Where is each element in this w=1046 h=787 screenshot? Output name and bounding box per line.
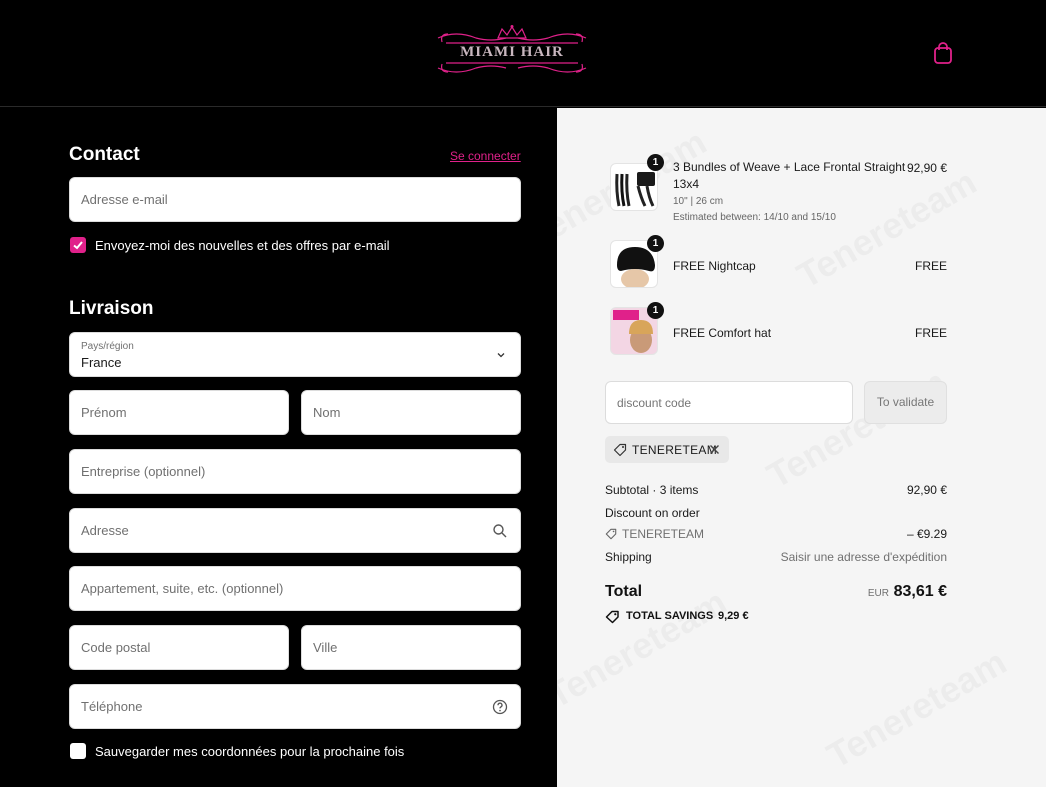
tag-icon [605,528,617,540]
address-field[interactable] [69,508,521,553]
total-savings-value: 9,29 € [718,610,749,622]
first-name-field[interactable] [69,390,289,435]
postal-code-field[interactable] [69,625,289,670]
company-input[interactable] [70,450,520,493]
currency-code: EUR [867,588,889,599]
country-select[interactable]: Pays/région France [69,332,521,377]
item-price: FREE [914,259,947,273]
item-price: FREE [914,326,947,340]
close-icon[interactable] [709,444,720,455]
city-field[interactable] [301,625,521,670]
chevron-down-icon [497,353,505,358]
help-circle-icon[interactable] [492,699,508,715]
save-info-checkbox[interactable] [70,743,86,759]
item-quantity-badge: 1 [647,235,664,252]
item-quantity-badge: 1 [647,302,664,319]
tag-icon [605,610,619,624]
email-field[interactable] [69,177,521,222]
item-name: FREE Comfort hat [673,326,772,340]
apartment-field[interactable] [69,566,521,611]
country-value: France [81,355,122,370]
total-savings-label: TOTAL SAVINGS [626,610,714,622]
site-header: MIAMI HAIR [0,0,1046,107]
watermark: Tenereteam [820,641,1014,777]
last-name-field[interactable] [301,390,521,435]
applied-discount-code: TENERETEAM [632,443,718,457]
cart-item: 1 3 Bundles of Weave + Lace Frontal Stra… [605,154,947,230]
discount-code-text: TENERETEAM [622,527,705,541]
subtotal-label: Subtotal · 3 items [605,483,699,497]
watermark: Tenereteam [557,581,734,717]
brand-logo[interactable]: MIAMI HAIR [436,24,588,78]
hair-bundle-image [615,172,655,207]
apartment-input[interactable] [70,567,520,610]
item-name: FREE Nightcap [673,259,756,273]
postal-code-input[interactable] [70,626,288,669]
total-label: Total [605,583,643,600]
save-info-label: Sauvegarder mes coordonnées pour la proc… [95,744,405,759]
cart-button[interactable] [932,41,954,65]
country-label: Pays/région [81,341,134,352]
email-input[interactable] [70,178,520,221]
shipping-value: Saisir une adresse d'expédition [780,550,947,564]
discount-code-field[interactable] [605,381,853,424]
applied-discount-chip: TENERETEAM [605,436,729,463]
company-field[interactable] [69,449,521,494]
phone-input[interactable] [70,685,520,728]
brand-logo-text: MIAMI HAIR [460,44,564,60]
cart-item: 1 FREE Nightcap FREE [605,235,947,294]
newsletter-checkbox[interactable] [70,237,86,253]
phone-field[interactable] [69,684,521,729]
order-summary: Tenereteam Tenereteam Tenereteam Teneret… [557,108,1046,787]
check-icon [73,241,83,250]
city-input[interactable] [302,626,520,669]
search-icon [493,524,507,538]
item-variant: 10" | 26 cm [673,196,724,207]
discount-label: Discount on order [605,506,700,520]
product-image [610,163,658,211]
login-link[interactable]: Se connecter [450,149,521,163]
item-eta: Estimated between: 14/10 and 15/10 [673,212,836,223]
item-name: 3 Bundles of Weave + Lace Frontal Straig… [673,160,906,174]
newsletter-label: Envoyez-moi des nouvelles et des offres … [95,238,390,253]
item-quantity-badge: 1 [647,154,664,171]
subtotal-value: 92,90 € [906,483,947,497]
contact-title: Contact [69,144,140,165]
total-value: 83,61 € [893,583,947,600]
shipping-title: Livraison [69,298,154,319]
last-name-input[interactable] [302,391,520,434]
cart-item: 1 FREE Comfort hat FREE [605,302,947,361]
discount-code-input[interactable] [606,382,852,423]
item-price: 92,90 € [906,161,947,175]
validate-discount-button[interactable]: To validate [864,381,947,424]
shopping-bag-icon [934,42,952,64]
shipping-label: Shipping [605,550,652,564]
discount-value: – €9.29 [906,527,947,541]
address-input[interactable] [70,509,520,552]
first-name-input[interactable] [70,391,288,434]
checkout-form: Contact Se connecter Envoyez-moi des nou… [0,108,557,787]
tag-icon [613,443,627,457]
item-name-cont: 13x4 [673,177,700,191]
